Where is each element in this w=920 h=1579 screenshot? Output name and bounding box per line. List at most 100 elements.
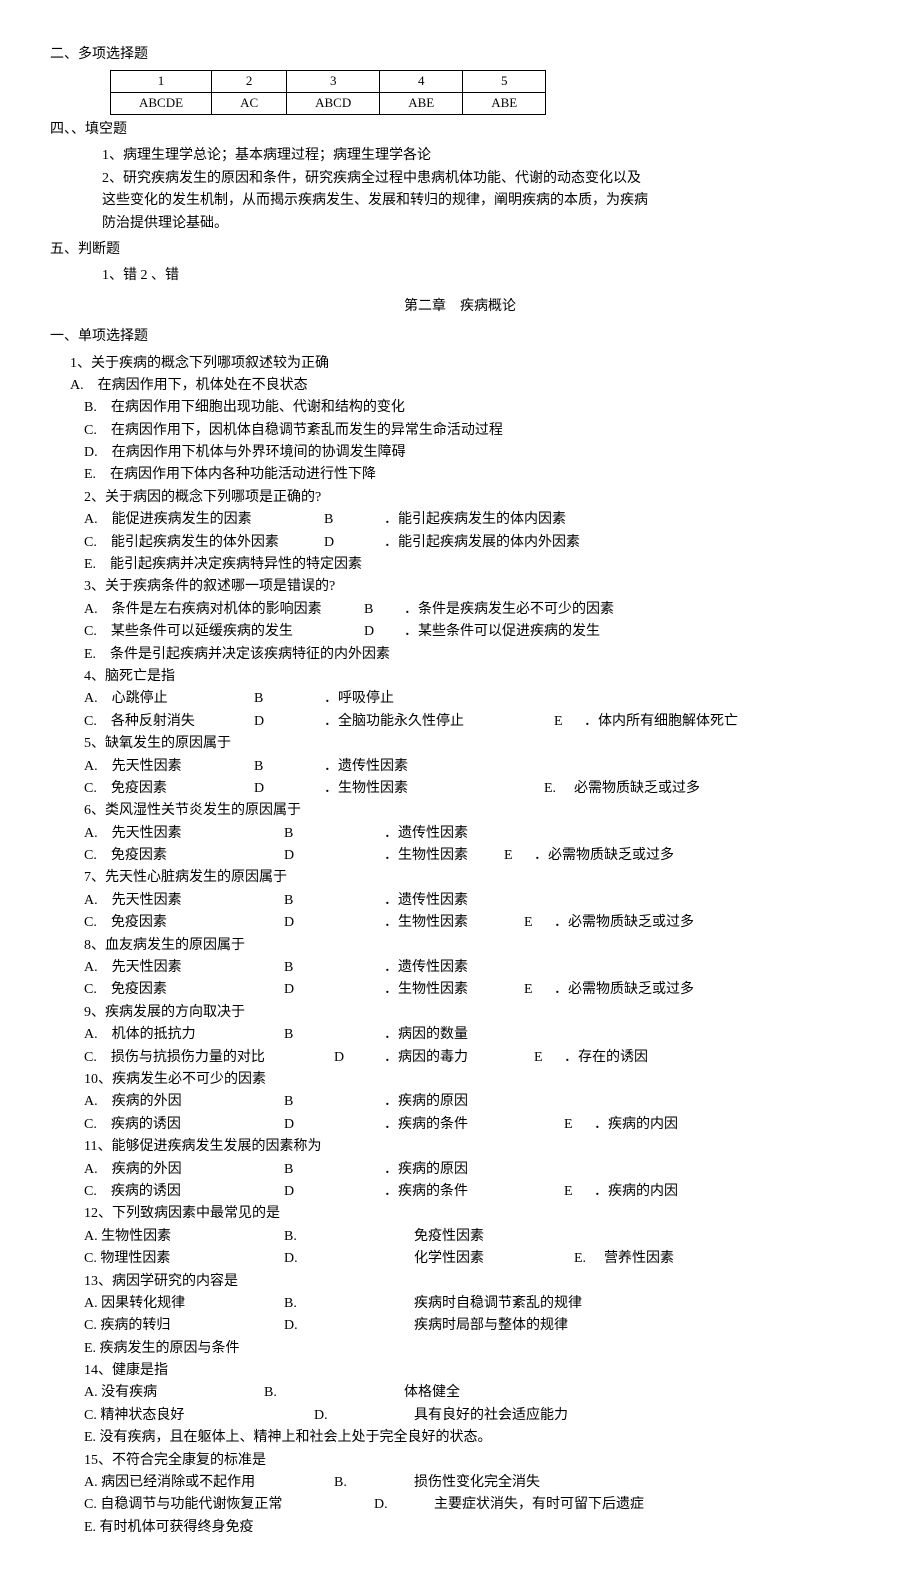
q11-a: A. 疾病的外因 [84, 1159, 284, 1181]
q9-c: C. 损伤与抗损伤力量的对比 [84, 1047, 334, 1069]
q1-stem: 1、关于疾病的概念下列哪项叙述较为正确 [70, 353, 870, 375]
q3-row2: C. 某些条件可以延缓疾病的发生 D ．某些条件可以促进疾病的发生 [84, 621, 870, 643]
q5-e: 必需物质缺乏或过多 [574, 778, 700, 800]
q13-a: A. 因果转化规律 [84, 1293, 284, 1315]
q11-e: ．疾病的内因 [594, 1181, 678, 1203]
q7-d: ．生物性因素 [384, 912, 524, 934]
q10-row2: C. 疾病的诱因 D ．疾病的条件 E ．疾病的内因 [84, 1114, 870, 1136]
q7-row2: C. 免疫因素 D ．生物性因素 E ．必需物质缺乏或过多 [84, 912, 870, 934]
td-3: ABCD [287, 93, 380, 115]
q6-dl: D [284, 845, 384, 867]
chapter-title: 第二章 疾病概论 [50, 296, 870, 318]
q9-row2: C. 损伤与抗损伤力量的对比 D ．病因的毒力 E ．存在的诱因 [84, 1047, 870, 1069]
q2-row2: C. 能引起疾病发生的体外因素 D ．能引起疾病发展的体内外因素 [84, 532, 870, 554]
q7-row1: A. 先天性因素 B ．遗传性因素 [84, 890, 870, 912]
q15-dl: D. [374, 1494, 434, 1516]
q12-b: 免疫性因素 [414, 1226, 484, 1248]
q12-c: C. 物理性因素 [84, 1248, 284, 1270]
q10-a: A. 疾病的外因 [84, 1091, 284, 1113]
q10-stem: 10、疾病发生必不可少的因素 [84, 1069, 870, 1091]
q15-row2: C. 自稳调节与功能代谢恢复正常 D. 主要症状消失，有时可留下后遗症 [84, 1494, 870, 1516]
q8-a: A. 先天性因素 [84, 957, 284, 979]
q6-row2: C. 免疫因素 D ．生物性因素 E ．必需物质缺乏或过多 [84, 845, 870, 867]
q15-d: 主要症状消失，有时可留下后遗症 [434, 1494, 644, 1516]
q12-d: 化学性因素 [414, 1248, 574, 1270]
q11-c: C. 疾病的诱因 [84, 1181, 284, 1203]
q5-dl: D [254, 778, 324, 800]
fill-1: 1、病理生理学总论；基本病理过程；病理生理学各论 [102, 145, 870, 167]
q3-b: ．条件是疾病发生必不可少的因素 [404, 599, 614, 621]
q4-d: ．全脑功能永久性停止 [324, 711, 554, 733]
q7-stem: 7、先天性心脏病发生的原因属于 [84, 867, 870, 889]
q2-a: A. 能促进疾病发生的因素 [84, 509, 324, 531]
q11-row1: A. 疾病的外因 B ．疾病的原因 [84, 1159, 870, 1181]
q15-a: A. 病因已经消除或不起作用 [84, 1472, 334, 1494]
q11-dl: D [284, 1181, 384, 1203]
q6-bl: B [284, 823, 384, 845]
q2-bl: B [324, 509, 384, 531]
q13-e: E. 疾病发生的原因与条件 [84, 1338, 870, 1360]
q2-b: ．能引起疾病发生的体内因素 [384, 509, 604, 531]
q12-stem: 12、下列致病因素中最常见的是 [84, 1203, 870, 1225]
q3-bl: B [364, 599, 404, 621]
q15-stem: 15、不符合完全康复的标准是 [84, 1450, 870, 1472]
q1-b: B. 在病因作用下细胞出现功能、代谢和结构的变化 [84, 397, 870, 419]
q3-dl: D [364, 621, 404, 643]
th-5: 5 [463, 71, 546, 93]
q8-el: E [524, 979, 554, 1001]
judge-answers: 1、错 2 、错 [102, 265, 870, 287]
q14-bl: B. [264, 1382, 404, 1404]
q13-c: C. 疾病的转归 [84, 1315, 284, 1337]
q15-b: 损伤性变化完全消失 [414, 1472, 540, 1494]
q15-c: C. 自稳调节与功能代谢恢复正常 [84, 1494, 374, 1516]
q4-row2: C. 各种反射消失 D ．全脑功能永久性停止 E ．体内所有细胞解体死亡 [84, 711, 870, 733]
q8-d: ．生物性因素 [384, 979, 524, 1001]
q12-el: E. [574, 1248, 604, 1270]
q8-c: C. 免疫因素 [84, 979, 284, 1001]
q10-bl: B [284, 1091, 384, 1113]
q10-el: E [564, 1114, 594, 1136]
q12-row2: C. 物理性因素 D. 化学性因素 E. 营养性因素 [84, 1248, 870, 1270]
q14-e: E. 没有疾病，且在躯体上、精神上和社会上处于完全良好的状态。 [84, 1427, 870, 1449]
q6-a: A. 先天性因素 [84, 823, 284, 845]
q2-e: E. 能引起疾病并决定疾病特异性的特定因素 [84, 554, 870, 576]
q3-a: A. 条件是左右疾病对机体的影响因素 [84, 599, 364, 621]
q11-b: ．疾病的原因 [384, 1159, 468, 1181]
q11-el: E [564, 1181, 594, 1203]
q8-row1: A. 先天性因素 B ．遗传性因素 [84, 957, 870, 979]
q9-row1: A. 机体的抵抗力 B ．病因的数量 [84, 1024, 870, 1046]
td-5: ABE [463, 93, 546, 115]
q11-bl: B [284, 1159, 384, 1181]
q12-bl: B. [284, 1226, 414, 1248]
q4-dl: D [254, 711, 324, 733]
th-3: 3 [287, 71, 380, 93]
q13-dl: D. [284, 1315, 414, 1337]
q8-e: ．必需物质缺乏或过多 [554, 979, 694, 1001]
q4-el: E [554, 711, 584, 733]
td-1: ABCDE [111, 93, 212, 115]
q14-row1: A. 没有疾病 B. 体格健全 [84, 1382, 870, 1404]
q14-b: 体格健全 [404, 1382, 460, 1404]
q3-c: C. 某些条件可以延缓疾病的发生 [84, 621, 364, 643]
q2-c: C. 能引起疾病发生的体外因素 [84, 532, 324, 554]
q6-el: E [504, 845, 534, 867]
fill-2c: 防治提供理论基础。 [102, 213, 870, 235]
answer-table: 1 2 3 4 5 ABCDE AC ABCD ABE ABE [110, 70, 546, 115]
q4-c: C. 各种反射消失 [84, 711, 254, 733]
q14-a: A. 没有疾病 [84, 1382, 264, 1404]
q2-dl: D [324, 532, 384, 554]
q10-b: ．疾病的原因 [384, 1091, 468, 1113]
td-4: ABE [380, 93, 463, 115]
q6-c: C. 免疫因素 [84, 845, 284, 867]
q12-e: 营养性因素 [604, 1248, 674, 1270]
q12-a: A. 生物性因素 [84, 1226, 284, 1248]
q2-d: ．能引起疾病发展的体内外因素 [384, 532, 604, 554]
q4-row1: A. 心跳停止 B ．呼吸停止 [84, 688, 870, 710]
q14-d: 具有良好的社会适应能力 [414, 1405, 568, 1427]
section-2-title: 二、多项选择题 [50, 44, 870, 66]
q15-row1: A. 病因已经消除或不起作用 B. 损伤性变化完全消失 [84, 1472, 870, 1494]
th-1: 1 [111, 71, 212, 93]
q7-dl: D [284, 912, 384, 934]
q9-b: ．病因的数量 [384, 1024, 468, 1046]
q5-c: C. 免疫因素 [84, 778, 254, 800]
